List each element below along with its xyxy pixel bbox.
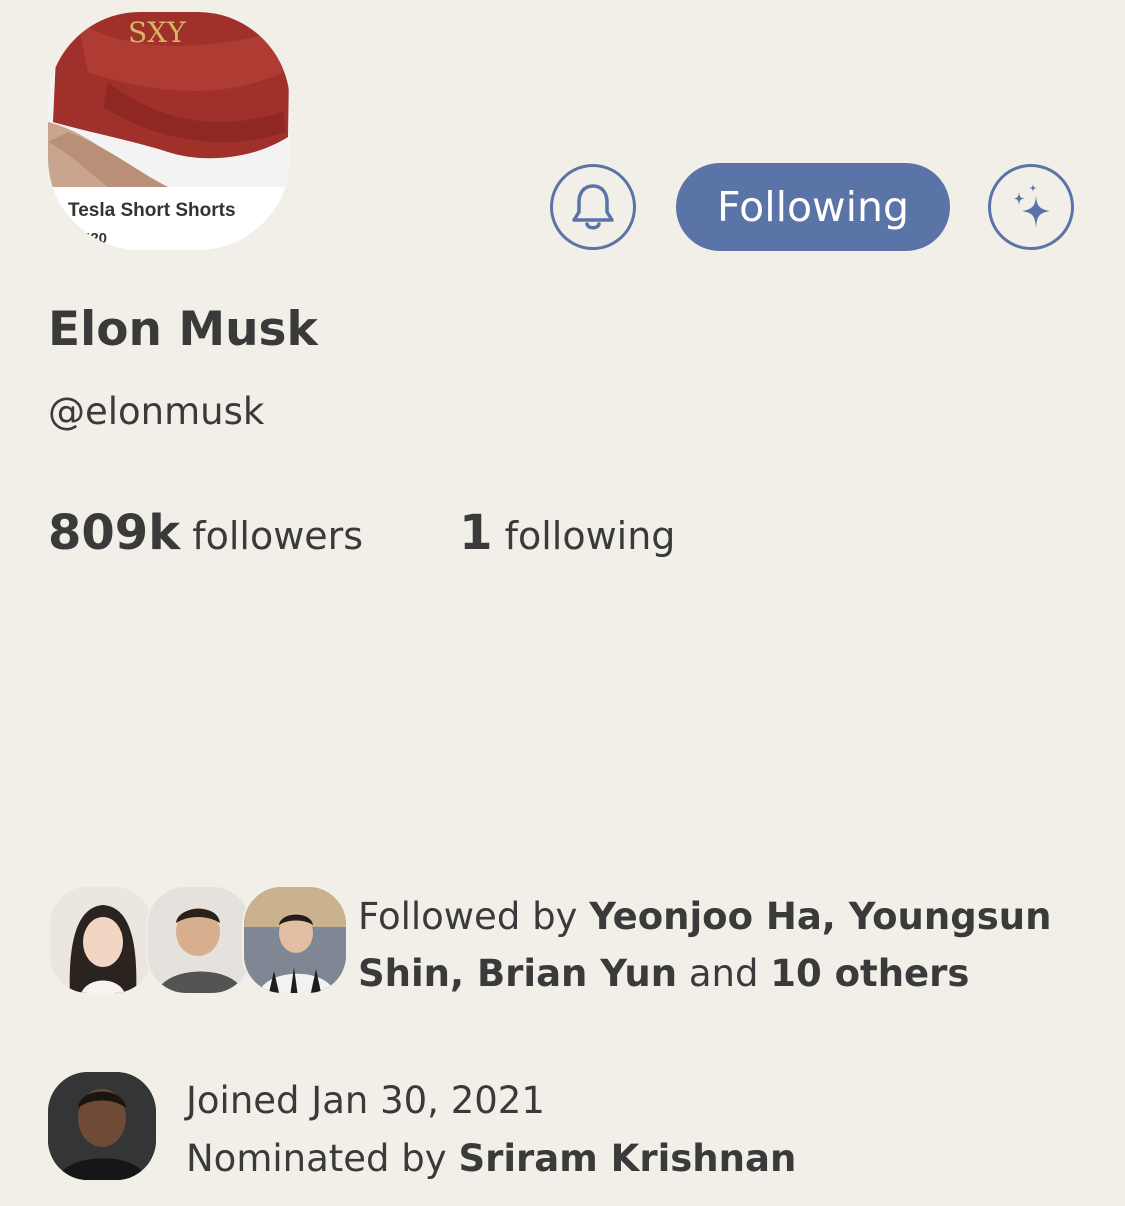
profile-stats: 809k followers 1 following [48, 505, 675, 561]
nominated-prefix: Nominated by [186, 1137, 447, 1180]
joined-date: Joined Jan 30, 2021 [186, 1079, 545, 1122]
mutual-avatars[interactable] [48, 885, 348, 995]
following-button[interactable]: Following [676, 163, 950, 251]
mutual-avatar [242, 885, 348, 995]
ping-button[interactable] [988, 164, 1074, 250]
followers-link[interactable]: 809k followers [48, 505, 364, 561]
profile-avatar[interactable]: SXY Tesla Short Shorts 420 [48, 12, 290, 250]
followed-by-prefix: Followed by [358, 895, 578, 938]
joined-info: Joined Jan 30, 2021 Nominated by Sriram … [186, 1072, 796, 1188]
followed-by-text[interactable]: Followed by Yeonjoo Ha, Youngsun Shin, B… [358, 888, 1098, 1002]
mutual-avatar [48, 885, 154, 995]
profile-name: Elon Musk [48, 302, 318, 357]
bell-icon [572, 184, 614, 230]
following-link[interactable]: 1 following [459, 505, 676, 561]
avatar-price: 420 [82, 230, 108, 247]
followers-label: followers [192, 514, 364, 558]
mutual-avatar [146, 885, 252, 995]
following-count: 1 [459, 505, 493, 561]
following-label: following [504, 514, 676, 558]
avatar-photo: SXY [48, 12, 290, 187]
nominator-name[interactable]: Sriram Krishnan [458, 1137, 796, 1180]
nominated-by: Nominated by Sriram Krishnan [186, 1130, 796, 1188]
followers-count: 809k [48, 505, 181, 561]
notify-button[interactable] [550, 164, 636, 250]
followed-by-and: and [688, 952, 759, 995]
profile-handle: @elonmusk [48, 390, 265, 433]
followed-by-others: 10 others [770, 952, 970, 995]
sparkle-icon [1013, 184, 1050, 228]
nominator-avatar[interactable] [48, 1072, 156, 1180]
svg-text:SXY: SXY [128, 16, 186, 49]
avatar-caption: Tesla Short Shorts [68, 200, 236, 221]
